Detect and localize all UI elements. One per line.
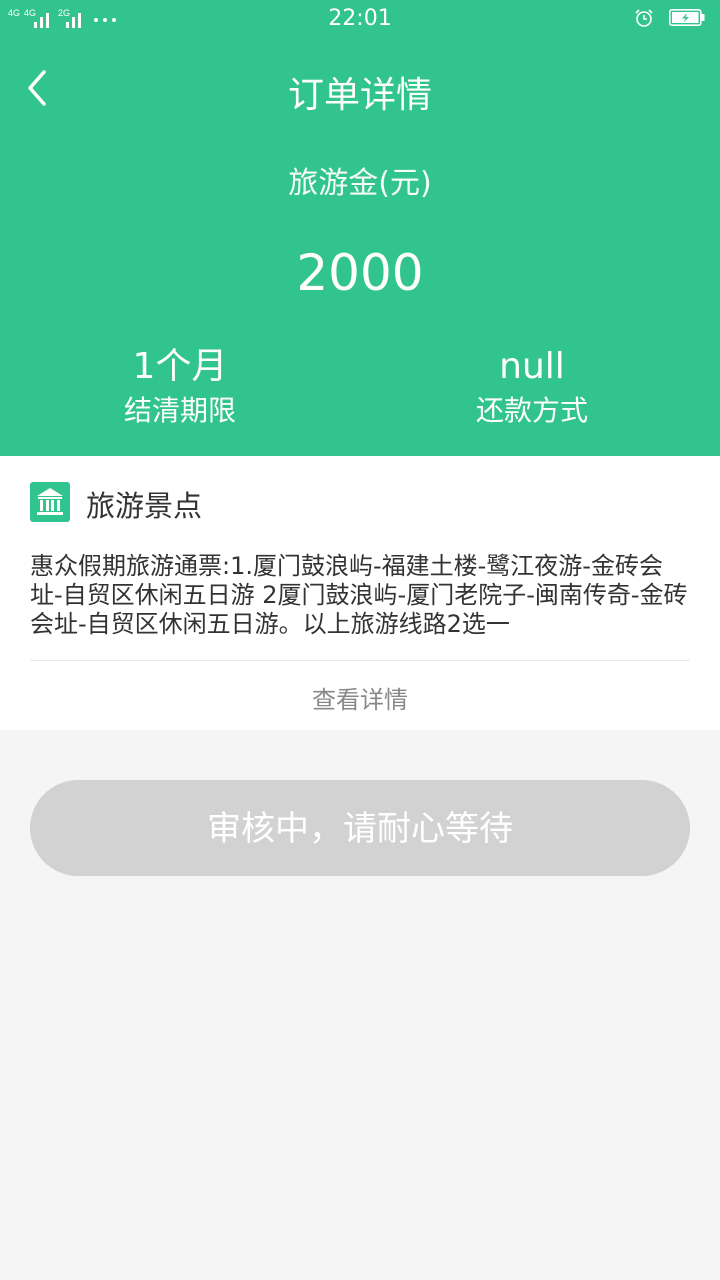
repay-stat: null 还款方式 xyxy=(360,345,704,431)
view-details-link[interactable]: 查看详情 xyxy=(0,680,720,715)
battery-charging-icon xyxy=(669,9,705,26)
order-header: 4G 4G 2G 22:01 订单详情 旅游金(元) 2000 1个月 结清期限… xyxy=(0,0,720,456)
term-label: 结清期限 xyxy=(123,394,236,427)
alarm-icon xyxy=(635,9,653,27)
amount-value: 2000 xyxy=(296,244,424,302)
divider xyxy=(30,660,690,661)
nav-bar: 订单详情 xyxy=(0,48,720,128)
bank-building-icon xyxy=(30,482,70,522)
status-time: 22:01 xyxy=(328,6,392,31)
attraction-title: 旅游景点 xyxy=(86,489,203,523)
page-title: 订单详情 xyxy=(287,75,432,116)
status-bar: 4G 4G 2G 22:01 xyxy=(0,0,720,38)
review-status-button[interactable]: 审核中，请耐心等待 xyxy=(30,780,690,876)
repay-value: null xyxy=(499,346,565,387)
attraction-description: 惠众假期旅游通票:1.厦门鼓浪屿-福建土楼-鹭江夜游-金砖会址-自贸区休闲五日游… xyxy=(30,552,688,638)
term-stat: 1个月 结清期限 xyxy=(8,345,352,431)
amount-label: 旅游金(元) xyxy=(288,166,432,201)
term-value: 1个月 xyxy=(132,346,228,387)
attraction-card: 旅游景点 惠众假期旅游通票:1.厦门鼓浪屿-福建土楼-鹭江夜游-金砖会址-自贸区… xyxy=(0,456,720,730)
repay-label: 还款方式 xyxy=(475,394,588,427)
